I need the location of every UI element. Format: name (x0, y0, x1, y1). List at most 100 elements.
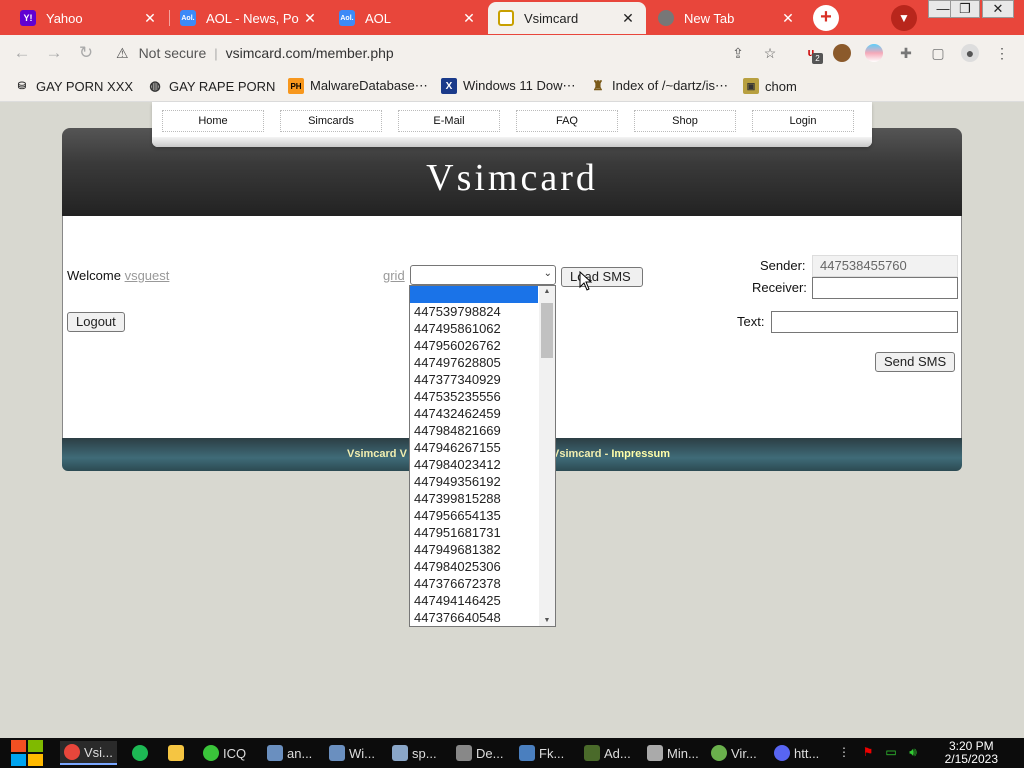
dropdown-option[interactable]: 447376640548 (410, 609, 538, 626)
flag-extension-icon[interactable] (865, 44, 883, 62)
text-field[interactable] (771, 311, 958, 333)
dropdown-option[interactable]: 447495861062 (410, 320, 538, 337)
menu-icon[interactable]: ⋮ (993, 44, 1011, 62)
scrollbar-thumb[interactable] (541, 303, 553, 358)
dropdown-option[interactable]: 447949356192 (410, 473, 538, 490)
load-sms-button[interactable]: Load SMS (561, 267, 643, 287)
dropdown-option[interactable] (410, 286, 538, 303)
dropdown-option[interactable]: 447949681382 (410, 541, 538, 558)
taskbar-item[interactable]: Vir... (711, 741, 757, 765)
scroll-down-icon[interactable]: ▼ (542, 617, 552, 624)
bookmark-item[interactable]: ◍ GAY RAPE PORN (147, 77, 275, 95)
taskbar-item[interactable]: an... (267, 741, 312, 765)
tab-aol-news[interactable]: Aol. AOL - News, Po ✕ (170, 2, 328, 34)
tab-aol[interactable]: Aol. AOL ✕ (329, 2, 487, 34)
close-icon[interactable]: ✕ (620, 10, 636, 27)
footer-right-text: Vsimcard - Impressum (552, 448, 670, 460)
nav-simcards[interactable]: Simcards (280, 110, 382, 132)
reload-button[interactable]: ↻ (76, 43, 96, 63)
close-window-button[interactable]: ✕ (982, 0, 1014, 18)
star-icon[interactable]: ☆ (761, 44, 779, 62)
dropdown-option[interactable]: 447984023412 (410, 456, 538, 473)
dropdown-option[interactable]: 447984821669 (410, 422, 538, 439)
bookmark-item[interactable]: X Windows 11 Dow⋯ (441, 77, 575, 95)
dropdown-option[interactable]: 447399815288 (410, 490, 538, 507)
sender-field[interactable]: 447538455760 (812, 255, 958, 277)
taskbar-item[interactable]: Fk... (519, 741, 564, 765)
scroll-up-icon[interactable]: ▲ (542, 288, 552, 295)
send-sms-button[interactable]: Send SMS (875, 352, 956, 372)
receiver-label: Receiver: (752, 280, 807, 295)
windows-start-icon[interactable] (10, 739, 44, 767)
tab-search-button[interactable]: ▼ (891, 5, 917, 31)
back-button[interactable]: ← (12, 43, 32, 63)
impressum-link[interactable]: Impressum (611, 448, 670, 460)
address-bar[interactable]: ⚠ Not secure | vsimcard.com/member.php (108, 39, 788, 67)
bookmark-item[interactable]: PH MalwareDatabase⋯ (288, 77, 428, 95)
new-tab-button[interactable]: + (813, 5, 839, 31)
dropdown-option[interactable]: 447376672378 (410, 575, 538, 592)
nav-login[interactable]: Login (752, 110, 854, 132)
number-dropdown-list[interactable]: 447539798824 447495861062 447956026762 4… (409, 285, 556, 627)
close-icon[interactable]: ✕ (461, 10, 477, 27)
close-icon[interactable]: ✕ (142, 10, 158, 27)
dropdown-option[interactable]: 447539798824 (410, 303, 538, 320)
nav-email[interactable]: E-Mail (398, 110, 500, 132)
dropdown-option[interactable]: 447956654135 (410, 507, 538, 524)
monitor-icon[interactable]: ▭ (883, 744, 899, 760)
dropdown-option[interactable]: 447494146425 (410, 592, 538, 609)
receiver-field[interactable] (812, 277, 958, 299)
bookmark-item[interactable]: ⛁ GAY PORN XXX (14, 77, 133, 95)
flag-icon[interactable]: ⚑ (860, 744, 876, 760)
dropdown-option[interactable]: 447497628805 (410, 354, 538, 371)
volume-icon[interactable]: 🔊︎ (905, 744, 921, 760)
restore-button[interactable]: ❐ (950, 0, 980, 18)
warning-icon[interactable]: ⚠ (116, 45, 129, 62)
number-select[interactable]: ⌄ (410, 265, 556, 285)
dropdown-option[interactable]: 447984025306 (410, 558, 538, 575)
bookmark-label: Windows 11 Dow⋯ (463, 78, 576, 93)
nav-shop[interactable]: Shop (634, 110, 736, 132)
taskbar-item[interactable]: Ad... (584, 741, 631, 765)
puzzle-icon[interactable]: ✚ (897, 44, 915, 62)
profile-icon[interactable]: ● (961, 44, 979, 62)
logout-button[interactable]: Logout (67, 312, 125, 332)
overflow-icon[interactable]: ⋮ (836, 744, 852, 760)
bookmark-label: MalwareDatabase⋯ (310, 78, 428, 93)
forward-button[interactable]: → (44, 43, 64, 63)
yahoo-favicon-icon: Y! (20, 10, 36, 26)
dropdown-option[interactable]: 447432462459 (410, 405, 538, 422)
avatar-extension-icon[interactable] (833, 44, 851, 62)
taskbar-item-spotify[interactable] (132, 741, 152, 765)
dropdown-option[interactable]: 447951681731 (410, 524, 538, 541)
dropdown-scrollbar[interactable]: ▲ ▼ (539, 286, 555, 626)
username-link[interactable]: vsguest (125, 268, 170, 283)
taskbar-item[interactable]: Min... (647, 741, 699, 765)
bookmark-item[interactable]: ▣ chom (743, 77, 797, 95)
taskbar-item-icq[interactable]: ICQ (203, 741, 246, 765)
taskbar-item[interactable]: De... (456, 741, 503, 765)
taskbar-item-chrome[interactable]: Vsi... (60, 741, 117, 765)
bookmark-item[interactable]: ♜ Index of /~dartz/is⋯ (590, 77, 728, 95)
share-icon[interactable]: ⇪ (729, 44, 747, 62)
dropdown-option[interactable]: 447946267155 (410, 439, 538, 456)
taskbar-item[interactable]: sp... (392, 741, 437, 765)
close-icon[interactable]: ✕ (302, 10, 318, 27)
security-label[interactable]: Not secure (139, 45, 207, 61)
taskbar-item[interactable]: Wi... (329, 741, 375, 765)
grid-link[interactable]: grid (383, 268, 405, 283)
dropdown-option[interactable]: 447956026762 (410, 337, 538, 354)
dropdown-option[interactable]: 447377340929 (410, 371, 538, 388)
system-clock[interactable]: 3:20 PM 2/15/2023 (945, 740, 998, 766)
dropdown-option[interactable]: 447535235556 (410, 388, 538, 405)
nav-faq[interactable]: FAQ (516, 110, 618, 132)
taskbar-item-discord[interactable]: htt... (774, 741, 819, 765)
tab-vsimcard[interactable]: Vsimcard ✕ (488, 2, 646, 34)
nav-home[interactable]: Home (162, 110, 264, 132)
tab-yahoo[interactable]: Y! Yahoo ✕ (10, 2, 168, 34)
side-panel-icon[interactable]: ▢ (929, 44, 947, 62)
taskbar-item-explorer[interactable] (168, 741, 188, 765)
close-icon[interactable]: ✕ (780, 10, 796, 27)
tab-new-tab[interactable]: New Tab ✕ (648, 2, 806, 34)
url-text[interactable]: vsimcard.com/member.php (226, 45, 394, 61)
